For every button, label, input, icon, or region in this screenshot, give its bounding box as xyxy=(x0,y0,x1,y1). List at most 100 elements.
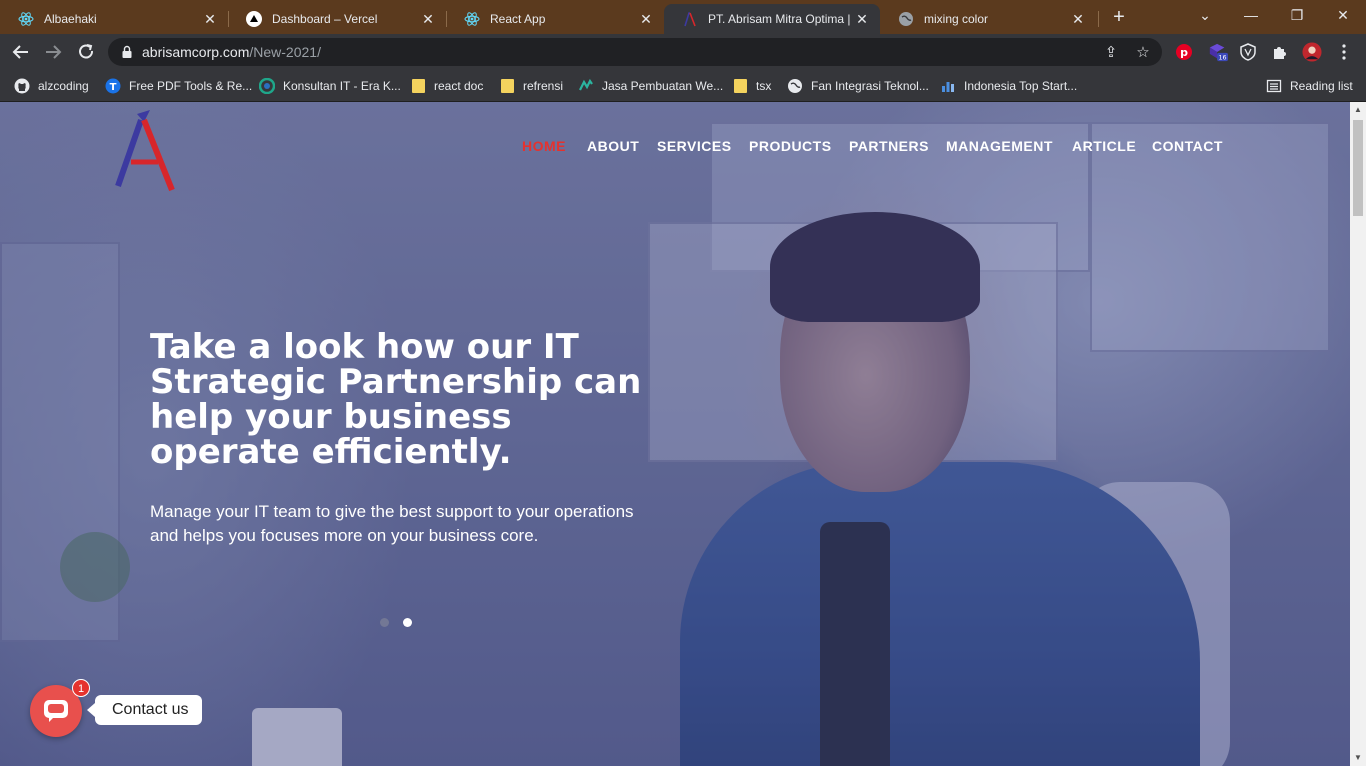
bookmark-label: tsx xyxy=(756,79,772,93)
scrollbar-thumb[interactable] xyxy=(1353,120,1363,216)
bookmark-label: Indonesia Top Start... xyxy=(964,79,1078,93)
tab-divider xyxy=(1098,11,1099,27)
contact-us-button[interactable]: 1 xyxy=(30,679,90,737)
nav-about[interactable]: ABOUT xyxy=(587,138,639,154)
bookmark-indonesia-top[interactable]: Indonesia Top Start... xyxy=(940,76,1077,96)
page-viewport: HOME ABOUT SERVICES PRODUCTS PARTNERS MA… xyxy=(0,102,1350,766)
reload-button[interactable] xyxy=(73,39,99,65)
chat-bubble-icon xyxy=(44,700,68,722)
nav-products[interactable]: PRODUCTS xyxy=(749,138,832,154)
bookmarks-bar: alzcoding T Free PDF Tools & Re... Konsu… xyxy=(0,70,1366,102)
chart-icon xyxy=(940,78,956,94)
carousel-dot-2[interactable] xyxy=(403,618,412,627)
tab-title: Albaehaki xyxy=(44,12,97,26)
share-icon[interactable]: ⇪ xyxy=(1102,44,1120,62)
reading-list-button[interactable]: Reading list xyxy=(1266,76,1353,96)
close-icon[interactable]: ✕ xyxy=(854,11,870,27)
tab-react-app[interactable]: React App ✕ xyxy=(446,4,664,34)
arrow-right-icon xyxy=(46,45,62,59)
browser-toolbar: abrisamcorp.com/New-2021/ ⇪ ☆ p 16 xyxy=(0,34,1366,70)
arrow-left-icon xyxy=(12,45,28,59)
bookmark-label: refrensi xyxy=(523,79,564,93)
minimize-button[interactable]: — xyxy=(1228,0,1274,30)
more-menu-icon[interactable] xyxy=(1334,42,1354,62)
contact-us-label[interactable]: Contact us xyxy=(86,695,203,725)
url-text: abrisamcorp.com/New-2021/ xyxy=(142,44,321,60)
tab-search-chevron-icon[interactable]: ⌄ xyxy=(1182,0,1228,30)
close-icon[interactable]: ✕ xyxy=(1070,11,1086,27)
reading-list-icon xyxy=(1266,78,1282,94)
nav-management[interactable]: MANAGEMENT xyxy=(946,138,1053,154)
tab-title: mixing color xyxy=(924,12,989,26)
hero-subline: Manage your IT team to give the best sup… xyxy=(150,502,634,545)
bookmark-tsx[interactable]: tsx xyxy=(732,76,771,96)
tab-mixing-color[interactable]: mixing color ✕ xyxy=(880,4,1096,34)
folder-icon xyxy=(732,78,748,94)
bookmark-label: Fan Integrasi Teknol... xyxy=(811,79,929,93)
bookmark-konsultan[interactable]: Konsultan IT - Era K... xyxy=(259,76,401,96)
browser-tab-strip: Albaehaki ✕ Dashboard – Vercel ✕ React A… xyxy=(0,0,1366,34)
bookmark-react-doc[interactable]: react doc xyxy=(410,76,483,96)
url-host: abrisamcorp.com xyxy=(142,44,250,60)
new-tab-button[interactable]: + xyxy=(1108,6,1130,28)
reload-icon xyxy=(79,44,93,59)
hero-headline: Take a look how our IT Strategic Partner… xyxy=(150,327,642,472)
tab-vercel[interactable]: Dashboard – Vercel ✕ xyxy=(228,4,446,34)
scroll-down-arrow-icon[interactable]: ▼ xyxy=(1350,750,1366,766)
address-bar[interactable]: abrisamcorp.com/New-2021/ ⇪ ☆ xyxy=(108,38,1162,66)
nav-services[interactable]: SERVICES xyxy=(657,138,732,154)
window-close-button[interactable]: ✕ xyxy=(1320,0,1366,30)
scroll-up-arrow-icon[interactable]: ▲ xyxy=(1350,102,1366,118)
bookmark-jasa-pembuatan[interactable]: Jasa Pembuatan We... xyxy=(578,76,723,96)
close-icon[interactable]: ✕ xyxy=(638,11,654,27)
tab-abrisam[interactable]: PT. Abrisam Mitra Optima | IT ✕ xyxy=(664,4,880,34)
folder-icon xyxy=(499,78,515,94)
reading-list-label: Reading list xyxy=(1290,79,1353,93)
react-icon xyxy=(464,11,480,27)
site-navigation: HOME ABOUT SERVICES PRODUCTS PARTNERS MA… xyxy=(0,138,1350,158)
bookmark-label: react doc xyxy=(434,79,484,93)
tab-albaehaki[interactable]: Albaehaki ✕ xyxy=(0,4,228,34)
era-icon xyxy=(259,78,275,94)
tab-title: Dashboard – Vercel xyxy=(272,12,378,26)
pinterest-icon[interactable]: p xyxy=(1174,42,1194,62)
url-path: /New-2021/ xyxy=(249,44,321,60)
github-icon xyxy=(14,78,30,94)
bookmark-fan-integrasi[interactable]: Fan Integrasi Teknol... xyxy=(787,76,929,96)
nav-home[interactable]: HOME xyxy=(522,138,566,154)
folder-icon xyxy=(410,78,426,94)
jasa-icon xyxy=(578,78,594,94)
tab-title: PT. Abrisam Mitra Optima | IT xyxy=(708,12,854,26)
nav-contact[interactable]: CONTACT xyxy=(1152,138,1223,154)
globe-icon xyxy=(787,78,803,94)
bookmark-refrensi[interactable]: refrensi xyxy=(499,76,563,96)
star-icon[interactable]: ☆ xyxy=(1134,44,1152,62)
notification-badge: 1 xyxy=(72,679,90,697)
bookmark-alzcoding[interactable]: alzcoding xyxy=(14,76,89,96)
abrisam-icon xyxy=(682,11,698,27)
restore-button[interactable]: ❐ xyxy=(1274,0,1320,30)
puzzle-extensions-icon[interactable] xyxy=(1270,42,1290,62)
forward-button[interactable] xyxy=(40,39,66,65)
extension-count: 16 xyxy=(1218,54,1226,61)
bookmark-pdf-tools[interactable]: T Free PDF Tools & Re... xyxy=(105,76,252,96)
svg-text:T: T xyxy=(110,82,117,93)
globe-icon xyxy=(898,11,914,27)
pdf-tool-icon: T xyxy=(105,78,121,94)
nav-partners[interactable]: PARTNERS xyxy=(849,138,929,154)
react-icon xyxy=(18,11,34,27)
profile-avatar[interactable] xyxy=(1302,42,1322,62)
vercel-icon xyxy=(246,11,262,27)
back-button[interactable] xyxy=(8,39,34,65)
bookmark-label: Free PDF Tools & Re... xyxy=(129,79,253,93)
nav-article[interactable]: ARTICLE xyxy=(1072,138,1136,154)
close-icon[interactable]: ✕ xyxy=(420,11,436,27)
bookmark-label: Jasa Pembuatan We... xyxy=(602,79,724,93)
close-icon[interactable]: ✕ xyxy=(202,11,218,27)
carousel-indicators xyxy=(380,618,412,627)
extension-badge-icon[interactable]: 16 xyxy=(1208,42,1228,62)
carousel-dot-1[interactable] xyxy=(380,618,389,627)
page-scrollbar[interactable]: ▲ ▼ xyxy=(1350,102,1366,766)
svg-text:p: p xyxy=(1180,46,1188,59)
shield-icon[interactable] xyxy=(1238,42,1258,62)
